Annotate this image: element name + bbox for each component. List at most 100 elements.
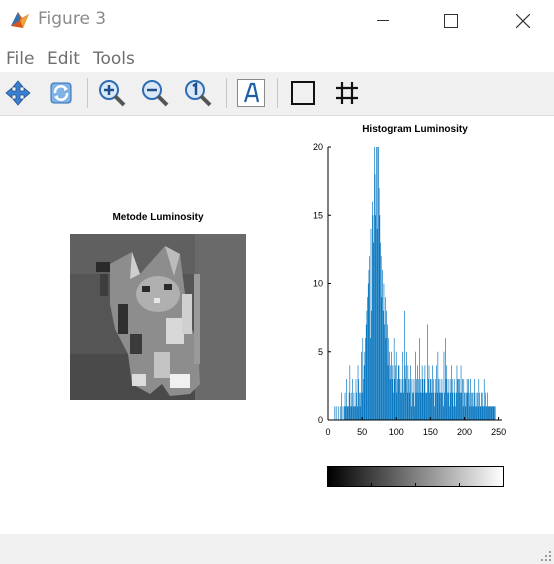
- histogram-bar: [356, 392, 357, 420]
- histogram-bar: [408, 379, 409, 420]
- histogram-bar: [479, 392, 480, 420]
- insert-text-button[interactable]: [235, 77, 267, 109]
- histogram-bar: [370, 228, 372, 420]
- toggle-box-button[interactable]: [287, 77, 319, 109]
- histogram-bar: [412, 392, 414, 420]
- zoom-in-button[interactable]: [96, 77, 128, 109]
- menu-file[interactable]: File: [6, 49, 34, 69]
- histogram-bar: [418, 379, 420, 420]
- histogram-bar: [469, 406, 471, 420]
- histogram-bar: [367, 283, 369, 420]
- histogram-bar: [463, 379, 465, 420]
- histogram-bar: [369, 338, 371, 420]
- histogram-bar: [376, 228, 378, 420]
- rotate-icon: [50, 82, 72, 104]
- histogram-bar: [462, 379, 463, 420]
- histogram-bar: [449, 379, 451, 420]
- histogram-bar: [493, 406, 495, 420]
- histogram-bar: [453, 406, 454, 420]
- histogram-bar: [403, 392, 405, 420]
- histogram-bar: [440, 392, 442, 420]
- histogram-bar: [355, 379, 357, 420]
- histogram-bar: [486, 406, 488, 420]
- histogram-bar: [466, 379, 468, 420]
- histogram-bar: [386, 310, 387, 420]
- insert-text-icon: [237, 79, 265, 107]
- window-title: Figure 3: [38, 9, 107, 29]
- resize-grip-icon[interactable]: [540, 550, 552, 562]
- histogram-bar: [489, 406, 491, 420]
- histogram-bar: [442, 406, 444, 420]
- histogram-bar: [447, 392, 448, 420]
- histogram-bar: [433, 379, 435, 420]
- histogram-bar: [391, 379, 393, 420]
- zoom-reset-button[interactable]: [182, 77, 214, 109]
- histogram-bar: [346, 379, 347, 420]
- menu-tools[interactable]: Tools: [93, 49, 135, 69]
- zoom-out-button[interactable]: [139, 77, 171, 109]
- histogram-bar: [442, 392, 443, 420]
- zoom-out-icon: [142, 80, 169, 107]
- histogram-bar: [450, 392, 452, 420]
- histogram-bar: [419, 392, 421, 420]
- histogram-bar: [487, 392, 488, 420]
- histogram-bar: [432, 392, 434, 420]
- menu-edit[interactable]: Edit: [47, 49, 80, 69]
- histogram-bar: [411, 379, 413, 420]
- histogram-bar: [395, 351, 397, 420]
- histogram-bar: [396, 392, 398, 420]
- histogram-bar: [348, 392, 350, 420]
- histogram-bar: [348, 406, 349, 420]
- histogram-title: Histogram Luminosity: [362, 124, 468, 135]
- histogram-bar: [467, 392, 469, 420]
- rotate-button[interactable]: [45, 77, 77, 109]
- histogram-bar: [395, 365, 396, 420]
- histogram-bar: [481, 392, 483, 420]
- histogram-bar: [444, 392, 445, 420]
- histogram-bar: [365, 324, 367, 420]
- pan-button[interactable]: [2, 77, 34, 109]
- histogram-bar: [378, 187, 380, 420]
- histogram-bar: [473, 406, 474, 420]
- histogram-bar: [441, 379, 443, 420]
- histogram-bar: [363, 379, 364, 420]
- histogram-bar: [361, 351, 362, 420]
- histogram-bar: [384, 297, 386, 420]
- histogram-bar: [425, 392, 426, 420]
- histogram-bar: [440, 392, 441, 420]
- histogram-bar: [436, 365, 437, 420]
- maximize-button[interactable]: [428, 0, 474, 42]
- histogram-bar: [381, 297, 383, 420]
- histogram-bar: [382, 269, 383, 420]
- histogram-bar: [430, 379, 431, 420]
- histogram-bar: [357, 406, 358, 420]
- histogram-bar: [451, 379, 453, 420]
- histogram-bar: [421, 392, 422, 420]
- histogram-bar: [448, 392, 450, 420]
- histogram-bar: [464, 392, 465, 420]
- histogram-bar: [393, 392, 394, 420]
- histogram-bar: [361, 392, 363, 420]
- colorbar: [327, 466, 504, 487]
- histogram-bar: [359, 392, 360, 420]
- histogram-bar: [490, 406, 492, 420]
- histogram-bar: [460, 365, 462, 420]
- x-tick-label: 0: [325, 427, 330, 437]
- histogram-bar: [365, 338, 366, 420]
- histogram-bar: [446, 365, 448, 420]
- histogram-bar: [424, 365, 426, 420]
- close-button[interactable]: [500, 0, 546, 42]
- histogram-bar: [481, 392, 482, 420]
- histogram-bar: [405, 379, 407, 420]
- histogram-bar: [410, 365, 411, 420]
- y-tick-label: 10: [313, 279, 323, 289]
- toolbar-separator: [87, 78, 88, 108]
- histogram-bar: [485, 406, 487, 420]
- histogram-bar: [415, 351, 416, 420]
- minimize-button[interactable]: [360, 0, 406, 42]
- close-icon: [516, 14, 530, 28]
- histogram-bar: [455, 392, 457, 420]
- histogram-bar: [461, 392, 463, 420]
- histogram-bar: [376, 147, 377, 420]
- toggle-grid-button[interactable]: [331, 77, 363, 109]
